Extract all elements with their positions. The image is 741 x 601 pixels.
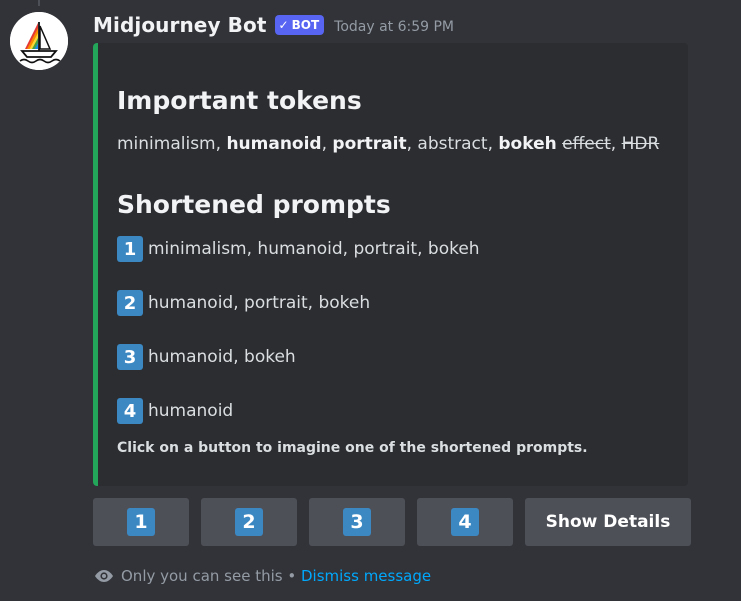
message-container: Midjourney Bot ✓ BOT Today at 6:59 PM Im… bbox=[0, 0, 741, 601]
verified-check-icon: ✓ bbox=[278, 18, 289, 32]
token-bokeh: bokeh bbox=[498, 134, 557, 154]
shortened-prompts-heading: Shortened prompts bbox=[117, 190, 391, 219]
timestamp[interactable]: Today at 6:59 PM bbox=[334, 16, 454, 35]
embed-card: Important tokens minimalism, humanoid, p… bbox=[93, 43, 688, 486]
tokens-line: minimalism, humanoid, portrait, abstract… bbox=[117, 134, 659, 154]
prompt-text: humanoid bbox=[148, 401, 234, 421]
token-effect: effect bbox=[562, 134, 611, 154]
prompt-text: humanoid, portrait, bokeh bbox=[148, 293, 371, 313]
avatar[interactable] bbox=[10, 12, 68, 70]
keycap-2-icon: 2 bbox=[117, 290, 143, 316]
prompt-item-1: 1 minimalism, humanoid, portrait, bokeh bbox=[117, 236, 480, 262]
keycap-3-icon: 3 bbox=[343, 508, 371, 536]
bot-badge: ✓ BOT bbox=[274, 15, 325, 35]
keycap-4-icon: 4 bbox=[451, 508, 479, 536]
prompt-button-3[interactable]: 3 bbox=[309, 498, 405, 546]
token-separator: , bbox=[487, 134, 499, 154]
prompt-item-2: 2 humanoid, portrait, bokeh bbox=[117, 290, 370, 316]
important-tokens-heading: Important tokens bbox=[117, 86, 362, 115]
keycap-1-icon: 1 bbox=[117, 236, 143, 262]
prompt-item-3: 3 humanoid, bokeh bbox=[117, 344, 296, 370]
midjourney-boat-icon bbox=[10, 12, 68, 70]
keycap-3-icon: 3 bbox=[117, 344, 143, 370]
embed-footer: Click on a button to imagine one of the … bbox=[117, 440, 588, 456]
token-separator: , bbox=[610, 134, 622, 154]
dismiss-message-link[interactable]: Dismiss message bbox=[301, 567, 431, 585]
message-header: Midjourney Bot ✓ BOT Today at 6:59 PM bbox=[93, 10, 454, 40]
show-details-button[interactable]: Show Details bbox=[525, 498, 691, 546]
prompt-text: minimalism, humanoid, portrait, bokeh bbox=[148, 239, 480, 259]
token-separator: , bbox=[215, 134, 227, 154]
keycap-2-icon: 2 bbox=[235, 508, 263, 536]
token-humanoid: humanoid bbox=[226, 134, 322, 154]
ephemeral-separator: • bbox=[282, 567, 301, 585]
token-hdr: HDR bbox=[621, 134, 660, 154]
divider bbox=[38, 0, 40, 6]
token-minimalism: minimalism bbox=[117, 134, 216, 154]
prompt-button-1[interactable]: 1 bbox=[93, 498, 189, 546]
token-separator: , bbox=[406, 134, 418, 154]
keycap-4-icon: 4 bbox=[117, 398, 143, 424]
eye-icon bbox=[93, 568, 115, 584]
keycap-1-icon: 1 bbox=[127, 508, 155, 536]
token-separator: , bbox=[321, 134, 333, 154]
prompt-item-4: 4 humanoid bbox=[117, 398, 233, 424]
prompt-text: humanoid, bokeh bbox=[148, 347, 296, 367]
ephemeral-notice: Only you can see this • Dismiss message bbox=[93, 565, 431, 587]
ephemeral-text: Only you can see this bbox=[121, 567, 283, 585]
show-details-label: Show Details bbox=[545, 512, 671, 532]
username[interactable]: Midjourney Bot bbox=[93, 13, 267, 37]
token-abstract: abstract bbox=[417, 134, 488, 154]
prompt-button-2[interactable]: 2 bbox=[201, 498, 297, 546]
bot-badge-label: BOT bbox=[291, 18, 320, 32]
token-portrait: portrait bbox=[332, 134, 407, 154]
prompt-button-4[interactable]: 4 bbox=[417, 498, 513, 546]
